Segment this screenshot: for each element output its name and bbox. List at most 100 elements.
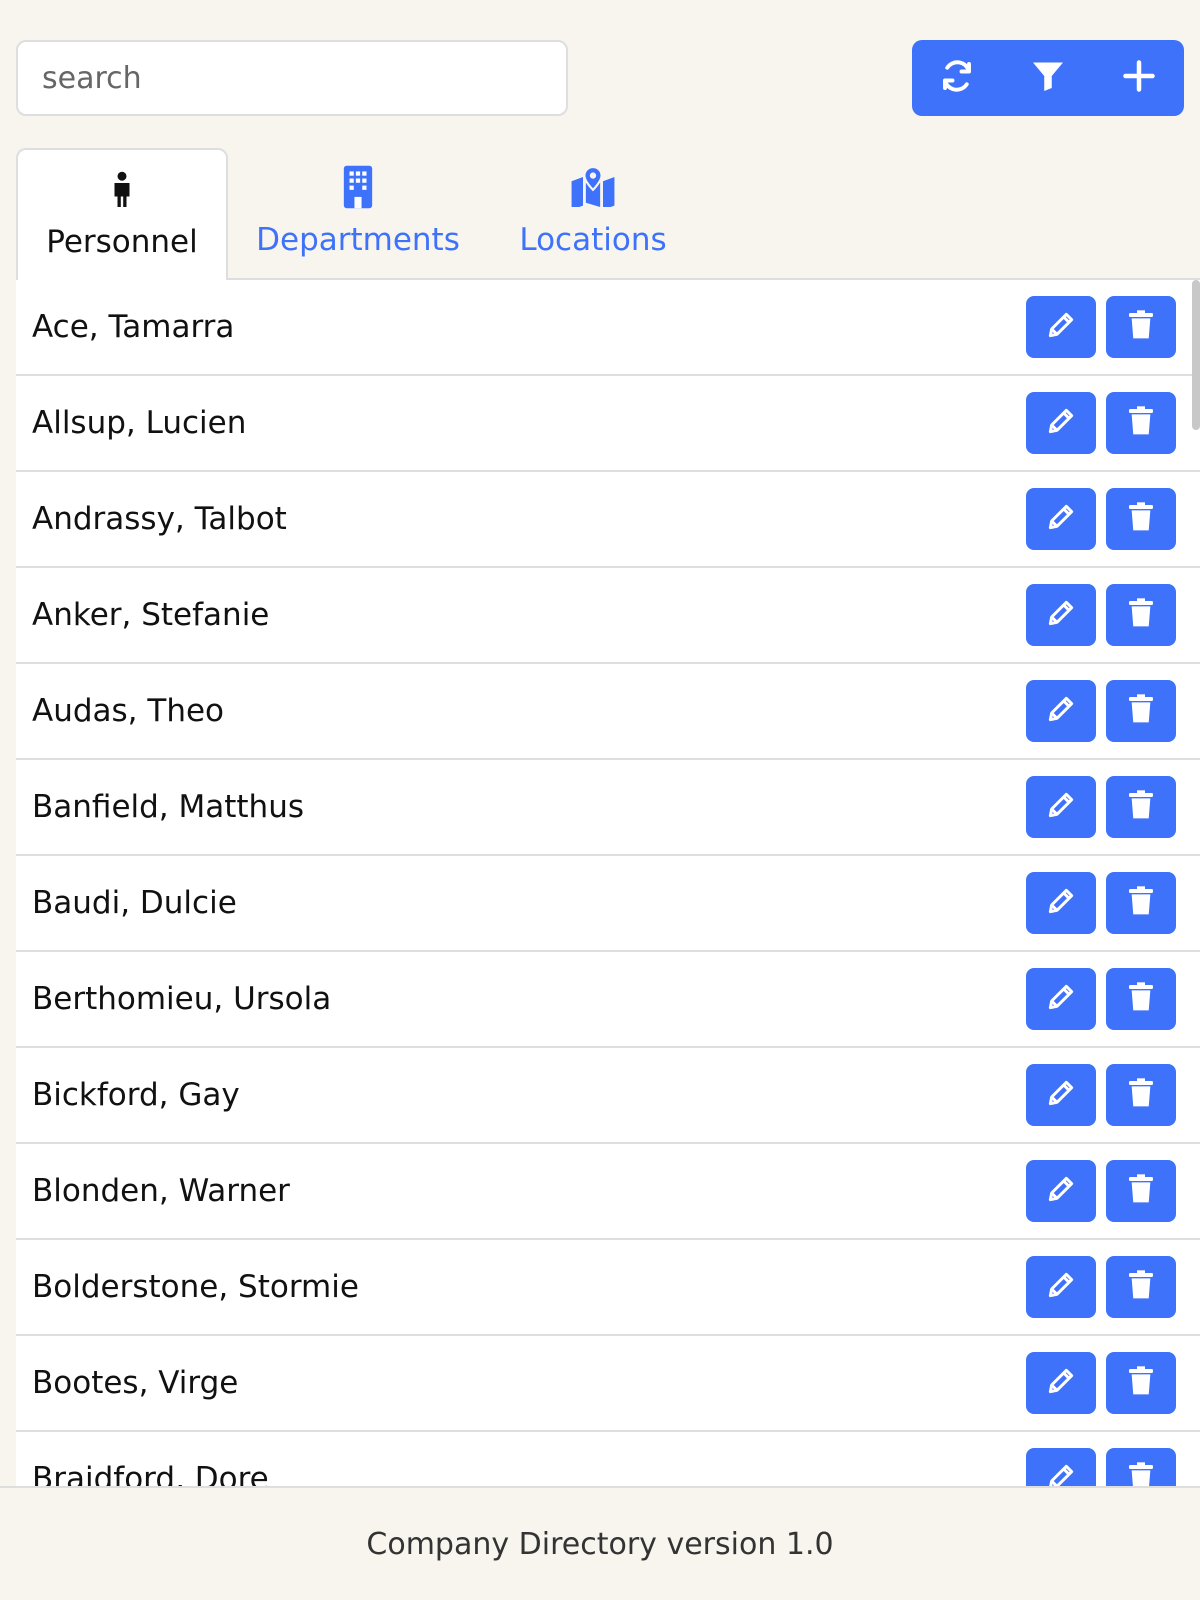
delete-button[interactable] (1106, 968, 1176, 1030)
person-name: Allsup, Lucien (32, 405, 247, 441)
scrollbar-thumb[interactable] (1192, 280, 1200, 430)
tab-locations[interactable]: Locations (488, 148, 698, 280)
pencil-icon (1045, 1461, 1077, 1486)
table-row[interactable]: Bootes, Virge (16, 1336, 1200, 1432)
pencil-icon (1045, 1269, 1077, 1305)
filter-button[interactable] (1003, 40, 1094, 116)
trash-icon (1125, 405, 1157, 441)
company-directory-app: Personnel Departments (0, 0, 1200, 1600)
footer-text: Company Directory version 1.0 (366, 1526, 834, 1562)
edit-button[interactable] (1026, 968, 1096, 1030)
edit-button[interactable] (1026, 1256, 1096, 1318)
search-input[interactable] (16, 40, 568, 116)
table-row[interactable]: Banfield, Matthus (16, 760, 1200, 856)
delete-button[interactable] (1106, 1160, 1176, 1222)
table-row[interactable]: Braidford, Dore (16, 1432, 1200, 1486)
person-name: Bickford, Gay (32, 1077, 240, 1113)
edit-button[interactable] (1026, 872, 1096, 934)
edit-button[interactable] (1026, 680, 1096, 742)
map-location-icon (570, 164, 616, 210)
pencil-icon (1045, 597, 1077, 633)
pencil-icon (1045, 405, 1077, 441)
add-button[interactable] (1093, 40, 1184, 116)
trash-icon (1125, 1077, 1157, 1113)
delete-button[interactable] (1106, 1256, 1176, 1318)
refresh-icon (939, 58, 975, 98)
plus-icon (1121, 58, 1157, 98)
tab-personnel-label: Personnel (46, 224, 198, 260)
table-row[interactable]: Baudi, Dulcie (16, 856, 1200, 952)
person-name: Blonden, Warner (32, 1173, 290, 1209)
delete-button[interactable] (1106, 584, 1176, 646)
trash-icon (1125, 309, 1157, 345)
building-icon (335, 164, 381, 210)
tab-departments[interactable]: Departments (228, 148, 488, 280)
table-row[interactable]: Andrassy, Talbot (16, 472, 1200, 568)
pencil-icon (1045, 1077, 1077, 1113)
edit-button[interactable] (1026, 1352, 1096, 1414)
delete-button[interactable] (1106, 1352, 1176, 1414)
delete-button[interactable] (1106, 488, 1176, 550)
delete-button[interactable] (1106, 872, 1176, 934)
trash-icon (1125, 693, 1157, 729)
edit-button[interactable] (1026, 1064, 1096, 1126)
filter-icon (1030, 58, 1066, 98)
trash-icon (1125, 1173, 1157, 1209)
table-row[interactable]: Bolderstone, Stormie (16, 1240, 1200, 1336)
pencil-icon (1045, 981, 1077, 1017)
pencil-icon (1045, 1173, 1077, 1209)
trash-icon (1125, 981, 1157, 1017)
edit-button[interactable] (1026, 776, 1096, 838)
delete-button[interactable] (1106, 776, 1176, 838)
person-icon (99, 166, 145, 212)
delete-button[interactable] (1106, 1064, 1176, 1126)
person-name: Anker, Stefanie (32, 597, 270, 633)
person-name: Bootes, Virge (32, 1365, 239, 1401)
trash-icon (1125, 1365, 1157, 1401)
edit-button[interactable] (1026, 296, 1096, 358)
delete-button[interactable] (1106, 296, 1176, 358)
personnel-list: Ace, Tamarra Allsup, Lucien Andrassy, Talb… (16, 280, 1200, 1486)
table-row[interactable]: Allsup, Lucien (16, 376, 1200, 472)
table-row[interactable]: Berthomieu, Ursola (16, 952, 1200, 1048)
person-name: Andrassy, Talbot (32, 501, 287, 537)
table-row[interactable]: Ace, Tamarra (16, 280, 1200, 376)
person-name: Berthomieu, Ursola (32, 981, 332, 1017)
trash-icon (1125, 789, 1157, 825)
list-scrollbar[interactable] (1192, 280, 1200, 1486)
refresh-button[interactable] (912, 40, 1003, 116)
trash-icon (1125, 1461, 1157, 1486)
edit-button[interactable] (1026, 1448, 1096, 1486)
edit-button[interactable] (1026, 1160, 1096, 1222)
trash-icon (1125, 885, 1157, 921)
person-name: Bolderstone, Stormie (32, 1269, 359, 1305)
tab-personnel[interactable]: Personnel (16, 148, 228, 282)
trash-icon (1125, 501, 1157, 537)
table-row[interactable]: Bickford, Gay (16, 1048, 1200, 1144)
edit-button[interactable] (1026, 584, 1096, 646)
tab-bar: Personnel Departments Locations (16, 148, 1200, 282)
person-name: Ace, Tamarra (32, 309, 235, 345)
delete-button[interactable] (1106, 680, 1176, 742)
trash-icon (1125, 1269, 1157, 1305)
person-name: Audas, Theo (32, 693, 225, 729)
person-name: Banfield, Matthus (32, 789, 305, 825)
table-row[interactable]: Anker, Stefanie (16, 568, 1200, 664)
table-row[interactable]: Blonden, Warner (16, 1144, 1200, 1240)
delete-button[interactable] (1106, 1448, 1176, 1486)
footer: Company Directory version 1.0 (0, 1486, 1200, 1600)
person-name: Baudi, Dulcie (32, 885, 237, 921)
pencil-icon (1045, 885, 1077, 921)
delete-button[interactable] (1106, 392, 1176, 454)
person-name: Braidford, Dore (32, 1461, 269, 1486)
edit-button[interactable] (1026, 488, 1096, 550)
pencil-icon (1045, 789, 1077, 825)
table-row[interactable]: Audas, Theo (16, 664, 1200, 760)
trash-icon (1125, 597, 1157, 633)
edit-button[interactable] (1026, 392, 1096, 454)
pencil-icon (1045, 693, 1077, 729)
toolbar (912, 40, 1184, 116)
pencil-icon (1045, 309, 1077, 345)
tab-departments-label: Departments (256, 222, 460, 258)
tab-locations-label: Locations (519, 222, 667, 258)
